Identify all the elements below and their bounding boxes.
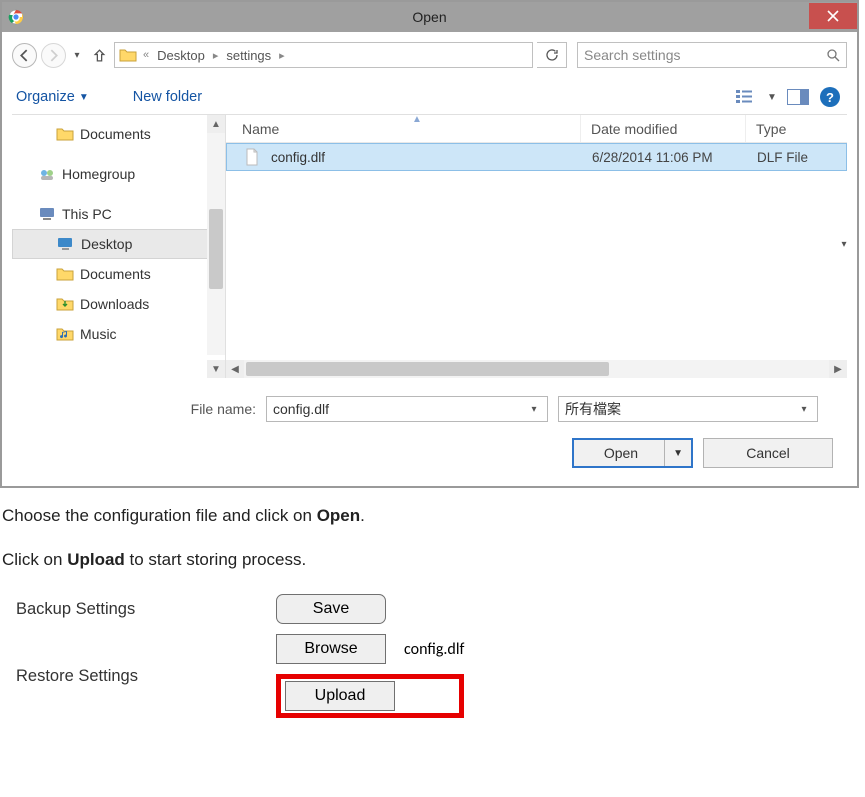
file-name: config.dlf (271, 150, 325, 165)
sort-indicator-icon: ▲ (412, 114, 422, 125)
desktop-icon (57, 235, 75, 253)
caret-down-icon: ▼ (79, 92, 89, 103)
downloads-icon (56, 295, 74, 313)
instruction-line-2: Click on Upload to start storing process… (2, 550, 863, 570)
breadcrumb-bar[interactable]: « Desktop ▸ settings ▸ ▾ (114, 42, 533, 68)
column-name[interactable]: Name (226, 115, 581, 142)
list-header[interactable]: Name ▲ Date modified Type (226, 115, 847, 143)
file-icon (243, 148, 261, 166)
tree-item-documents-2[interactable]: Documents (12, 259, 225, 289)
scrollbar-thumb[interactable] (207, 133, 225, 355)
tree-item-desktop[interactable]: Desktop (12, 229, 225, 259)
list-empty-area[interactable] (226, 171, 847, 360)
tree-item-downloads[interactable]: Downloads (12, 289, 225, 319)
scrollbar-track[interactable] (244, 360, 829, 378)
caret-down-icon[interactable]: ▾ (795, 397, 813, 421)
file-type: DLF File (747, 144, 846, 170)
music-icon (56, 325, 74, 343)
open-file-dialog: Open ▾ « Desktop ▸ (0, 0, 859, 488)
instruction-line-1: Choose the configuration file and click … (2, 506, 863, 526)
tree-item-this-pc[interactable]: This PC (12, 199, 225, 229)
browse-button[interactable]: Browse (276, 634, 386, 664)
column-type[interactable]: Type (746, 115, 847, 142)
tree-item-music[interactable]: Music (12, 319, 225, 349)
nav-forward-button[interactable] (41, 43, 66, 68)
file-type-filter[interactable]: 所有檔案 ▾ (558, 396, 818, 422)
restore-settings-label: Restore Settings (16, 667, 276, 686)
chevron-right-icon: ▸ (275, 49, 289, 62)
caret-down-icon[interactable]: ▾ (525, 397, 543, 421)
breadcrumb-segment[interactable]: settings (226, 48, 271, 63)
folder-icon (56, 265, 74, 283)
new-folder-button[interactable]: New folder (133, 89, 202, 105)
save-button[interactable]: Save (276, 594, 386, 624)
file-row[interactable]: config.dlf 6/28/2014 11:06 PM DLF File (226, 143, 847, 171)
refresh-button[interactable] (537, 42, 567, 68)
preview-pane-button[interactable] (785, 86, 811, 108)
homegroup-icon (38, 165, 56, 183)
folder-icon (119, 46, 137, 64)
settings-panel: Backup Settings Save Restore Settings Br… (0, 594, 865, 718)
upload-highlight: Upload (276, 674, 464, 718)
column-date[interactable]: Date modified (581, 115, 746, 142)
computer-icon (38, 205, 56, 223)
organize-menu[interactable]: Organize ▼ (16, 89, 89, 105)
nav-row: ▾ « Desktop ▸ settings ▸ ▾ Search set (12, 38, 847, 72)
folder-tree[interactable]: ▲ ▼ Documents Homegroup (12, 115, 226, 378)
nav-back-button[interactable] (12, 43, 37, 68)
chrome-icon (8, 9, 24, 25)
tree-item-documents[interactable]: Documents (12, 119, 225, 149)
tree-item-homegroup[interactable]: Homegroup (12, 159, 225, 189)
view-mode-button[interactable] (733, 86, 759, 108)
open-dropdown[interactable]: ▼ (673, 448, 683, 459)
scroll-up-button[interactable]: ▲ (207, 115, 225, 133)
folder-icon (56, 125, 74, 143)
view-mode-dropdown[interactable]: ▼ (765, 86, 779, 108)
chosen-file-label: config.dlf (404, 640, 464, 659)
breadcrumb-ellipsis: « (141, 49, 153, 61)
file-date: 6/28/2014 11:06 PM (582, 144, 747, 170)
horizontal-scrollbar[interactable]: ◀ ▶ (226, 360, 847, 378)
toolbar: Organize ▼ New folder ▼ ? (12, 72, 847, 114)
file-name-label: File name: (26, 401, 256, 417)
upload-button[interactable]: Upload (285, 681, 395, 711)
instructions: Choose the configuration file and click … (0, 506, 865, 570)
nav-up-button[interactable] (88, 44, 110, 66)
cancel-button[interactable]: Cancel (703, 438, 833, 468)
chevron-right-icon: ▸ (209, 49, 223, 62)
titlebar: Open (2, 2, 857, 32)
open-button[interactable]: Open ▼ (572, 438, 693, 468)
file-list: Name ▲ Date modified Type config.dlf 6/2… (226, 115, 847, 378)
backup-settings-label: Backup Settings (16, 600, 276, 619)
scroll-left-button[interactable]: ◀ (226, 360, 244, 378)
search-placeholder: Search settings (584, 47, 826, 63)
file-name-input[interactable]: config.dlf ▾ (266, 396, 548, 422)
dialog-footer: File name: config.dlf ▾ 所有檔案 ▾ Open ▼ Ca… (12, 378, 847, 472)
dialog-body: ▾ « Desktop ▸ settings ▸ ▾ Search set (2, 32, 857, 486)
dialog-title: Open (412, 9, 446, 25)
nav-recent-dropdown[interactable]: ▾ (70, 50, 84, 61)
scroll-right-button[interactable]: ▶ (829, 360, 847, 378)
search-input[interactable]: Search settings (577, 42, 847, 68)
breadcrumb-segment[interactable]: Desktop (157, 48, 205, 63)
file-browser: ▲ ▼ Documents Homegroup (12, 114, 847, 378)
scroll-down-button[interactable]: ▼ (207, 360, 225, 378)
